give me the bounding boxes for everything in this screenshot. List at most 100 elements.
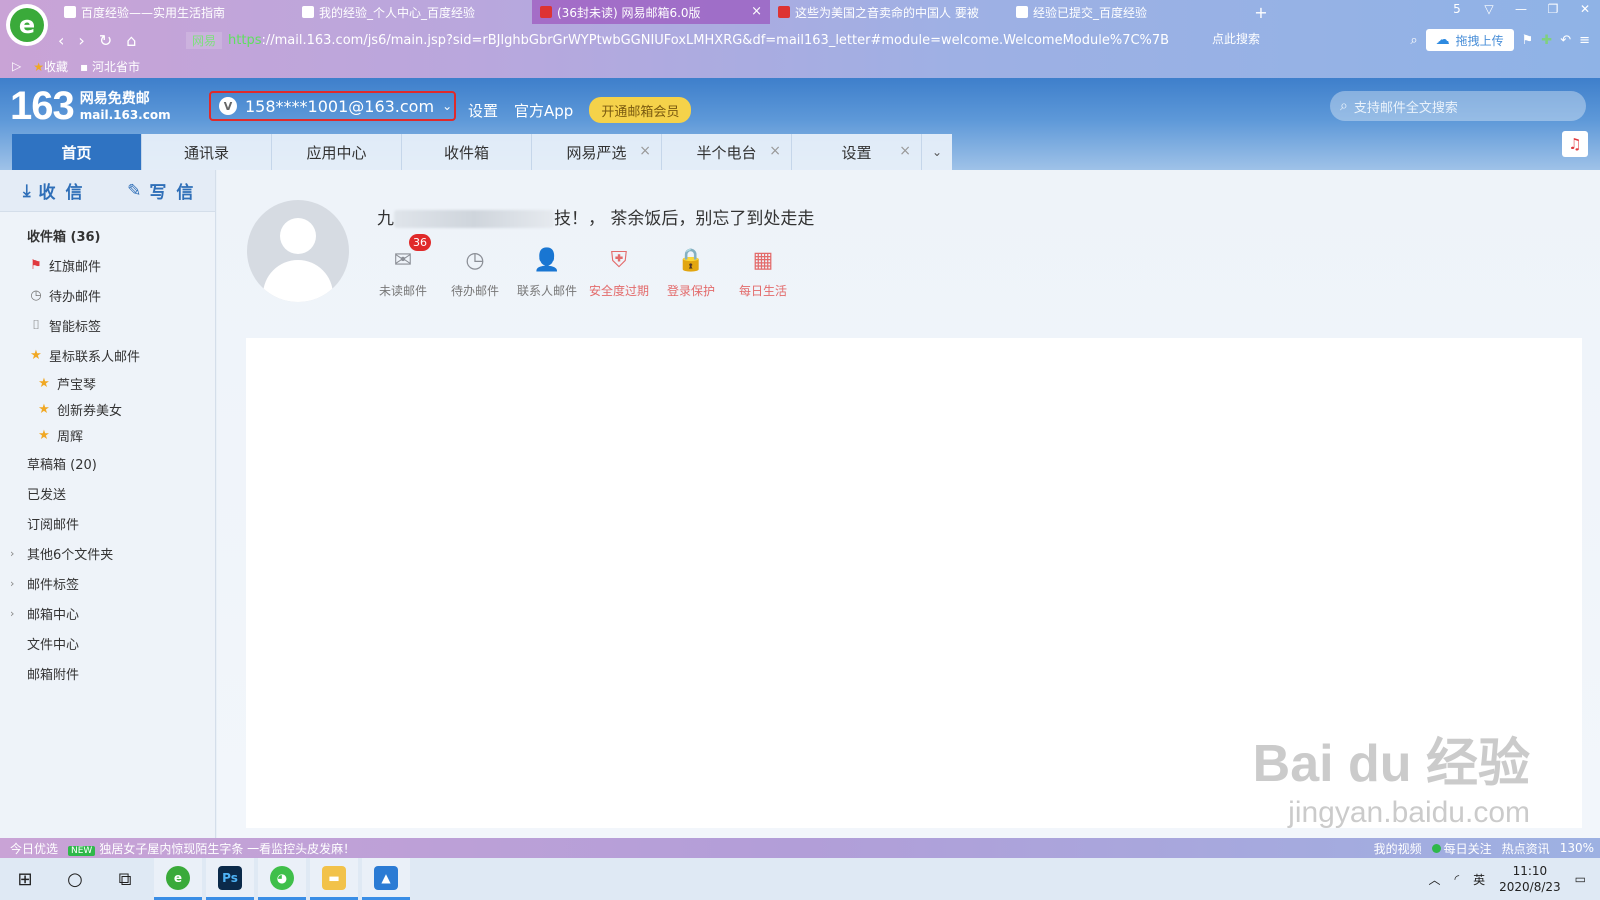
- close-icon[interactable]: ×: [899, 143, 911, 159]
- folder-smart-tag[interactable]: ⌷ 智能标签: [0, 310, 215, 340]
- taskbar-photoshop[interactable]: Ps: [206, 858, 254, 900]
- close-window-icon[interactable]: ✕: [1578, 2, 1592, 16]
- notification-icon[interactable]: ▭: [1575, 872, 1586, 886]
- forward-icon[interactable]: ›: [78, 31, 84, 50]
- music-icon[interactable]: ♫: [1562, 131, 1588, 157]
- news-ticker[interactable]: NEW 独居女子屋内惊现陌生字条 一看监控头皮发麻！: [68, 840, 355, 857]
- browser-tab-1[interactable]: 百度经验——实用生活指南: [56, 0, 294, 24]
- chevron-up-icon[interactable]: ︿: [1428, 871, 1440, 888]
- upload-button[interactable]: ☁ 拖拽上传: [1425, 29, 1514, 51]
- watermark-line2: jingyan.baidu.com: [1288, 796, 1530, 829]
- clock-icon: ◷: [30, 287, 42, 303]
- folder-subscriptions[interactable]: 订阅邮件: [0, 508, 215, 538]
- refresh-icon[interactable]: ↻: [99, 31, 112, 50]
- close-tab-icon[interactable]: ×: [751, 4, 762, 19]
- wifi-icon[interactable]: ◜: [1454, 872, 1459, 886]
- close-icon[interactable]: ×: [769, 143, 781, 159]
- official-app-link[interactable]: 官方App: [514, 100, 573, 121]
- folder-label: 其他6个文件夹: [27, 547, 114, 563]
- taskbar-browser[interactable]: e: [154, 858, 202, 900]
- taskbar-explorer[interactable]: ▬: [310, 858, 358, 900]
- quick-security[interactable]: ⛨ 安全度过期: [583, 244, 655, 299]
- search-hint[interactable]: 点此搜索: [1212, 30, 1260, 47]
- tab-home[interactable]: 首页: [12, 134, 142, 170]
- quick-daily-life[interactable]: ▦ 每日生活: [727, 244, 799, 299]
- settings-link[interactable]: 设置: [468, 100, 498, 121]
- browser-tab-5[interactable]: 经验已提交_百度经验: [1008, 0, 1246, 24]
- tab-inbox[interactable]: 收件箱: [402, 134, 532, 170]
- folder-contact-2[interactable]: ★ 创新券美女: [0, 396, 215, 422]
- browser-tab-3[interactable]: (36封未读) 网易邮箱6.0版 ×: [532, 0, 770, 24]
- daily-follow-link[interactable]: 每日关注: [1431, 840, 1492, 857]
- status-left: 今日优选 NEW 独居女子屋内惊现陌生字条 一看监控头皮发麻！: [0, 840, 355, 857]
- folder-contact-3[interactable]: ★ 周辉: [0, 422, 215, 448]
- shirt-icon[interactable]: ▽: [1482, 2, 1496, 16]
- tab-contacts[interactable]: 通讯录: [142, 134, 272, 170]
- folder-other[interactable]: › 其他6个文件夹: [0, 538, 215, 568]
- menu-icon[interactable]: ≡: [1579, 33, 1590, 48]
- my-video-link[interactable]: 我的视频: [1374, 840, 1422, 857]
- windows-start-icon[interactable]: ⊞: [0, 858, 50, 900]
- folder-sent[interactable]: 已发送: [0, 478, 215, 508]
- folder-attachments[interactable]: 邮箱附件: [0, 658, 215, 688]
- undo-icon[interactable]: ↶: [1560, 33, 1571, 48]
- back-icon[interactable]: ‹: [58, 31, 64, 50]
- browser-tab-4[interactable]: 这些为美国之音卖命的中国人 要被: [770, 0, 1008, 24]
- folder-file-center[interactable]: 文件中心: [0, 628, 215, 658]
- address-bar[interactable]: 网易 https://mail.163.com/js6/main.jsp?sid…: [186, 29, 1186, 51]
- quick-todo[interactable]: ◷ 待办邮件: [439, 244, 511, 299]
- folder-inbox[interactable]: 收件箱 (36): [0, 220, 215, 250]
- folder-mail-center[interactable]: › 邮箱中心: [0, 598, 215, 628]
- folder-todo[interactable]: ◷ 待办邮件: [0, 280, 215, 310]
- taskbar-photos[interactable]: ▲: [362, 858, 410, 900]
- restore-icon[interactable]: ❐: [1546, 2, 1560, 16]
- new-badge: NEW: [68, 845, 96, 856]
- folder-starred-contacts[interactable]: ★ 星标联系人邮件: [0, 340, 215, 370]
- tab-radio[interactable]: 半个电台 ×: [662, 134, 792, 170]
- tabs-more-chevron-icon[interactable]: ⌄: [922, 134, 952, 170]
- today-picks[interactable]: 今日优选: [10, 840, 58, 857]
- hot-news-link[interactable]: 热点资讯: [1502, 840, 1550, 857]
- cortana-search-icon[interactable]: ○: [50, 858, 100, 900]
- account-switcher[interactable]: V 158****1001@163.com ⌄: [209, 91, 456, 121]
- folder-red-flag[interactable]: ⚑ 红旗邮件: [0, 250, 215, 280]
- tab-app-center[interactable]: 应用中心: [272, 134, 402, 170]
- sidebar-toggle-icon[interactable]: ▷: [12, 59, 21, 73]
- browser-tab-2[interactable]: 我的经验_个人中心_百度经验: [294, 0, 532, 24]
- search-icon[interactable]: ⌕: [1410, 33, 1417, 48]
- quick-contacts[interactable]: 👤 联系人邮件: [511, 244, 583, 299]
- secure-badge[interactable]: 网易: [186, 31, 223, 49]
- news-text: 独居女子屋内惊现陌生字条 一看监控头皮发麻！: [99, 841, 356, 856]
- compose-button[interactable]: ✎ 写 信: [108, 170, 216, 211]
- flag-icon[interactable]: ⚑: [1522, 33, 1534, 48]
- minimize-icon[interactable]: —: [1514, 2, 1528, 16]
- tab-settings[interactable]: 设置 ×: [792, 134, 922, 170]
- bookmark-hebei[interactable]: ▪ 河北省市: [80, 58, 140, 75]
- avatar-body: [263, 260, 333, 302]
- home-icon[interactable]: ⌂: [126, 31, 136, 50]
- receive-button[interactable]: ⤓ 收 信: [0, 170, 108, 211]
- tab-label: 首页: [61, 143, 92, 162]
- bookmark-label: 收藏: [44, 59, 69, 74]
- taskbar-wechat[interactable]: ◕: [258, 858, 306, 900]
- quick-unread[interactable]: ✉ 36 未读邮件: [367, 234, 439, 299]
- close-icon[interactable]: ×: [639, 143, 651, 159]
- apps-icon[interactable]: ✚: [1541, 33, 1552, 48]
- bookmark-favorites[interactable]: ★收藏: [33, 58, 68, 75]
- zoom-level[interactable]: 130%: [1560, 841, 1594, 855]
- tab-yanxuan[interactable]: 网易严选 ×: [532, 134, 662, 170]
- new-tab-button[interactable]: +: [1246, 0, 1276, 24]
- user-avatar[interactable]: [247, 200, 349, 302]
- task-view-icon[interactable]: ⧉: [100, 858, 150, 900]
- folder-drafts[interactable]: 草稿箱 (20): [0, 448, 215, 478]
- folder-contact-1[interactable]: ★ 芦宝琴: [0, 370, 215, 396]
- folder-mail-tags[interactable]: › 邮件标签: [0, 568, 215, 598]
- vip-button[interactable]: 开通邮箱会员: [589, 97, 692, 123]
- quick-login-protect[interactable]: 🔒 登录保护: [655, 244, 727, 299]
- ime-indicator[interactable]: 英: [1473, 871, 1485, 888]
- mail-logo[interactable]: 163 网易免费邮 mail.163.com: [10, 84, 171, 129]
- taskbar-clock[interactable]: 11:10 2020/8/23: [1499, 863, 1561, 895]
- star-icon: ★: [30, 347, 42, 363]
- mail-search-input[interactable]: ⌕ 支持邮件全文搜索: [1330, 91, 1586, 121]
- tab-count-badge[interactable]: 5: [1450, 2, 1464, 16]
